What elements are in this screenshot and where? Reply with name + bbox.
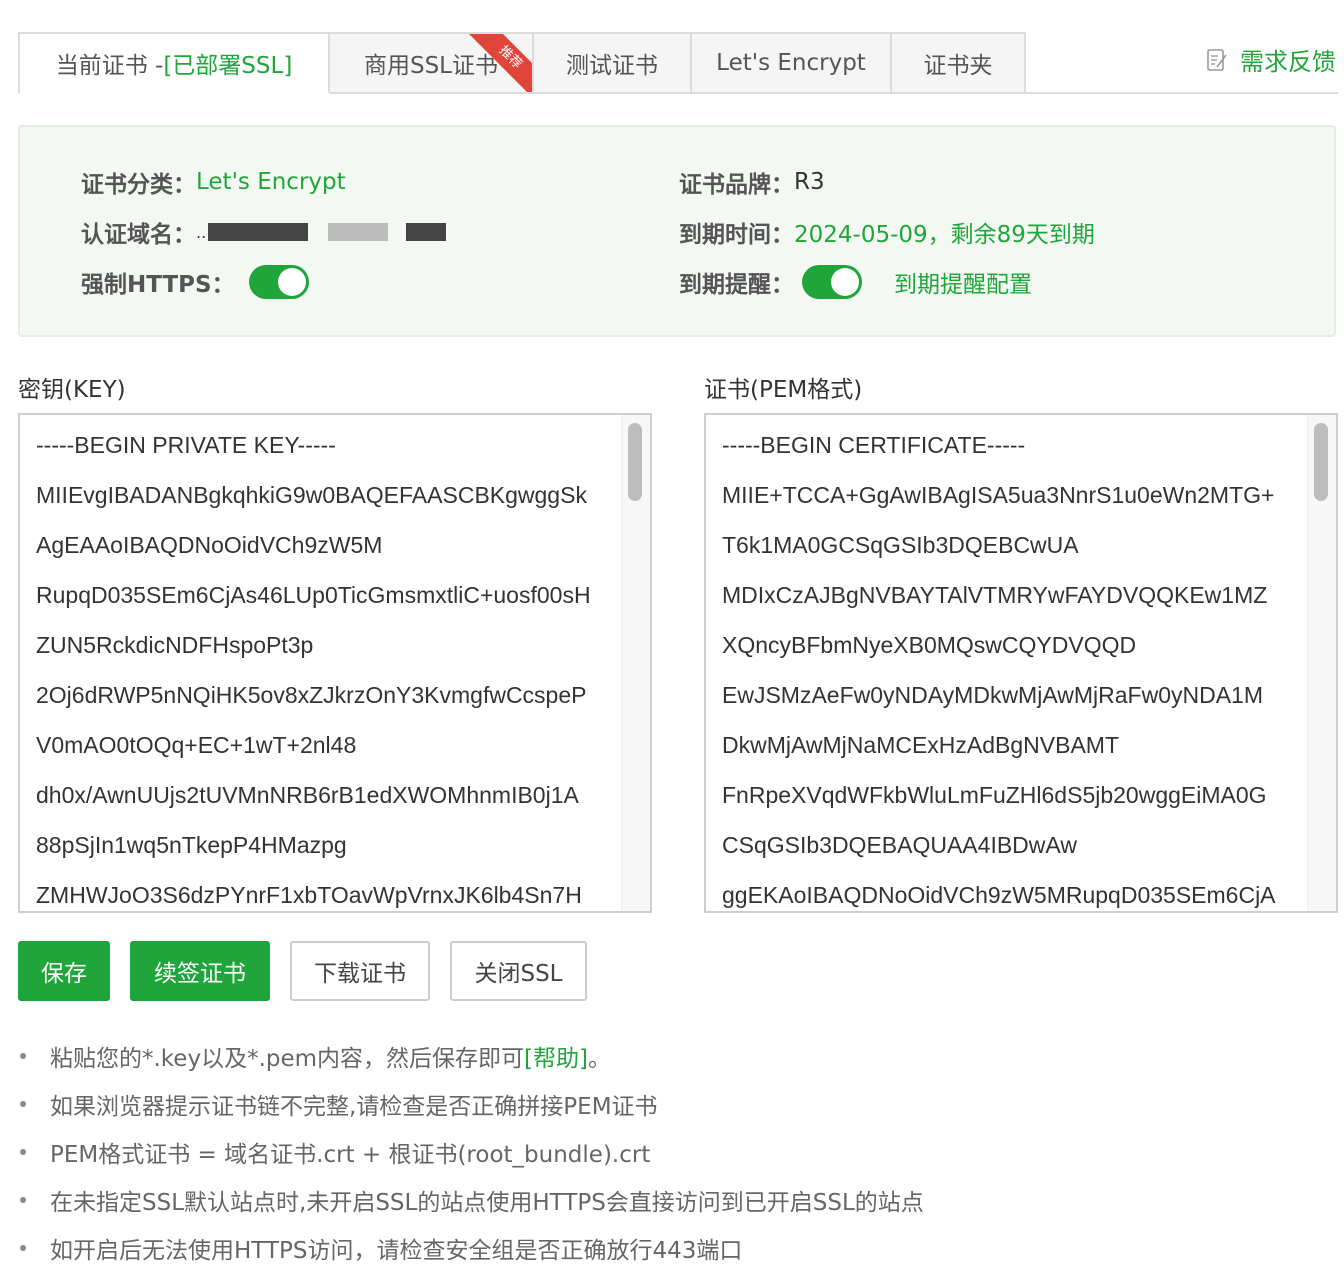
key-line: 2Oj6dRWP5nNQiHK5ov8xZJkrzOnY3KvmgfwCcspe… [36,682,587,708]
key-scrollbar-thumb[interactable] [628,423,642,501]
help-link[interactable]: [帮助] [524,1039,588,1073]
tab-current-cert[interactable]: 当前证书 - [已部署SSL] [18,32,330,94]
force-https-toggle[interactable] [248,265,309,299]
key-line: ZUN5RckdicNDFHspoPt3p [36,632,314,658]
cert-line: T6k1MA0GCSqGSIb3DQEBCwUA [722,532,1079,558]
cert-content: -----BEGIN CERTIFICATE----- MIIE+TCCA+GgA… [722,429,1276,911]
tip-1-text: 粘贴您的*.key以及*.pem内容，然后保存即可 [50,1046,525,1072]
key-title: 密钥(KEY) [18,377,126,403]
tip-item: 粘贴您的*.key以及*.pem内容，然后保存即可 [帮助] 。 [18,1032,924,1080]
expire-reminder-toggle[interactable] [802,265,862,299]
redacted-domain-2 [328,223,389,241]
edit-note-icon [1207,48,1227,71]
download-cert-button[interactable]: 下载证书 [290,941,430,1001]
tip-item: PEM格式证书 = 域名证书.crt + 根证书(root_bundle).cr… [18,1128,924,1176]
tip-item: 如果浏览器提示证书链不完整,请检查是否正确拼接PEM证书 [18,1080,924,1128]
tip-item: 在未指定SSL默认站点时,未开启SSL的站点使用HTTPS会直接访问到已开启SS… [18,1176,924,1224]
bullet-dot [20,1101,26,1107]
tab-letsencrypt[interactable]: Let's Encrypt [692,32,892,94]
expire-value: 2024-05-09，剩余89天到期 [794,222,1095,248]
bullet-dot [20,1053,26,1059]
feedback-label: 需求反馈 [1240,48,1336,76]
cert-title: 证书(PEM格式) [704,377,863,403]
tab-bar-divider [1024,92,1338,94]
cert-domain-value: .. [196,222,207,242]
cert-scrollbar[interactable] [1307,415,1336,911]
cert-line: MIIE+TCCA+GgAwIBAgISA5ua3NnrS1u0eWn2MTG+ [722,482,1275,508]
feedback-link[interactable]: 需求反馈 [1206,42,1336,77]
cert-line: EwJSMzAeFw0yNDAyMDkwMjAwMjRaFw0yNDA1M [722,682,1263,708]
tip-5-text: 如开启后无法使用HTTPS访问，请检查安全组是否正确放行443端口 [50,1238,743,1264]
tip-3-text: PEM格式证书 = 域名证书.crt + 根证书(root_bundle).cr… [50,1142,651,1168]
key-line: 88pSjIn1wq5nTkepP4HMazpg [36,832,347,858]
cert-line: DkwMjAwMjNaMCExHzAdBgNVBAMT [722,732,1120,758]
tip-item: 如开启后无法使用HTTPS访问，请检查安全组是否正确放行443端口 [18,1224,924,1272]
tab-cert-folder-label: 证书夹 [923,53,993,79]
force-https-label: 强制HTTPS： [81,272,235,298]
tip-1-end: 。 [588,1046,611,1072]
cert-category-label: 证书分类： [81,172,196,198]
key-line: MIIEvgIBADANBgkqhkiG9w0BAQEFAASCBKgwggSk [36,482,587,508]
expire-reminder-row: 到期提醒： 到期提醒配置 [679,262,1032,302]
cert-textarea[interactable]: -----BEGIN CERTIFICATE----- MIIE+TCCA+GgA… [704,413,1338,913]
cert-domain-row: 认证域名： .. [81,212,447,252]
cert-line: MDIxCzAJBgNVBAYTAlVTMRYwFAYDVQQKEw1MZ [722,582,1268,608]
cert-category-row: 证书分类： Let's Encrypt [81,162,346,202]
key-line: -----BEGIN PRIVATE KEY----- [36,432,336,458]
cert-category-value: Let's Encrypt [196,169,346,195]
expire-reminder-config-link[interactable]: 到期提醒配置 [894,265,1032,299]
tip-2-text: 如果浏览器提示证书链不完整,请检查是否正确拼接PEM证书 [50,1094,658,1120]
bullet-dot [20,1197,26,1203]
cert-line: -----BEGIN CERTIFICATE----- [722,432,1026,458]
bullet-dot [20,1245,26,1251]
key-line: dh0x/AwnUUjs2tUVMnNRB6rB1edXWOMhnmIB0j1A [36,782,579,808]
cert-line: ggEKAoIBAQDNoOidVCh9zW5MRupqD035SEm6CjA [722,882,1276,908]
tab-commercial-ssl[interactable]: 商用SSL证书 推荐 [330,32,534,94]
redacted-domain-3 [406,223,447,241]
cert-line: CSqGSIb3DQEBAQUAA4IBDwAw [722,832,1077,858]
tips-list: 粘贴您的*.key以及*.pem内容，然后保存即可 [帮助] 。 如果浏览器提示… [18,1032,924,1272]
expire-reminder-label: 到期提醒： [679,272,794,298]
tip-4-text: 在未指定SSL默认站点时,未开启SSL的站点使用HTTPS会直接访问到已开启SS… [50,1190,924,1216]
redacted-domain-1 [208,223,309,241]
cert-domain-label: 认证域名： [81,222,196,248]
close-ssl-button[interactable]: 关闭SSL [450,941,587,1001]
cert-brand-label: 证书品牌： [679,172,794,198]
cert-info-panel: 证书分类： Let's Encrypt 认证域名： .. 强制HTTPS： 证书… [18,125,1336,337]
ssl-deployed-status: [已部署SSL] [163,53,293,79]
renew-cert-button[interactable]: 续签证书 [130,941,270,1001]
cert-brand-value: R3 [794,169,825,195]
tab-current-cert-label: 当前证书 - [55,53,164,79]
expire-label: 到期时间： [679,222,794,248]
tab-test-cert[interactable]: 测试证书 [534,32,692,94]
key-line: AgEAAoIBAQDNoOidVCh9zW5M [36,532,383,558]
tab-bar: 当前证书 - [已部署SSL] 商用SSL证书 推荐 测试证书 Let's En… [18,32,1026,94]
key-line: ZMHWJoO3S6dzPYnrF1xbTOavWpVrnxJK6lb4Sn7H [36,882,582,908]
tab-cert-folder[interactable]: 证书夹 [892,32,1026,94]
bullet-dot [20,1149,26,1155]
force-https-row: 强制HTTPS： [81,262,309,302]
cert-line: XQncyBFbmNyeXB0MQswCQYDVQQD [722,632,1137,658]
tab-commercial-ssl-label: 商用SSL证书 [363,53,498,79]
key-content: -----BEGIN PRIVATE KEY----- MIIEvgIBADANB… [36,429,591,911]
key-textarea[interactable]: -----BEGIN PRIVATE KEY----- MIIEvgIBADANB… [18,413,652,913]
tab-test-cert-label: 测试证书 [566,53,658,79]
cert-line: FnRpeXVqdWFkbWluLmFuZHl6dS5jb20wggEiMA0G [722,782,1267,808]
key-line: RupqD035SEm6CjAs46LUp0TicGmsmxtliC+uosf0… [36,582,591,608]
key-scrollbar[interactable] [621,415,650,911]
key-line: V0mAO0tOQq+EC+1wT+2nl48 [36,732,357,758]
tab-letsencrypt-label: Let's Encrypt [716,50,866,76]
cert-brand-row: 证书品牌： R3 [679,162,825,202]
save-button[interactable]: 保存 [18,941,110,1001]
cert-scrollbar-thumb[interactable] [1314,423,1328,501]
expire-row: 到期时间： 2024-05-09，剩余89天到期 [679,212,1095,252]
